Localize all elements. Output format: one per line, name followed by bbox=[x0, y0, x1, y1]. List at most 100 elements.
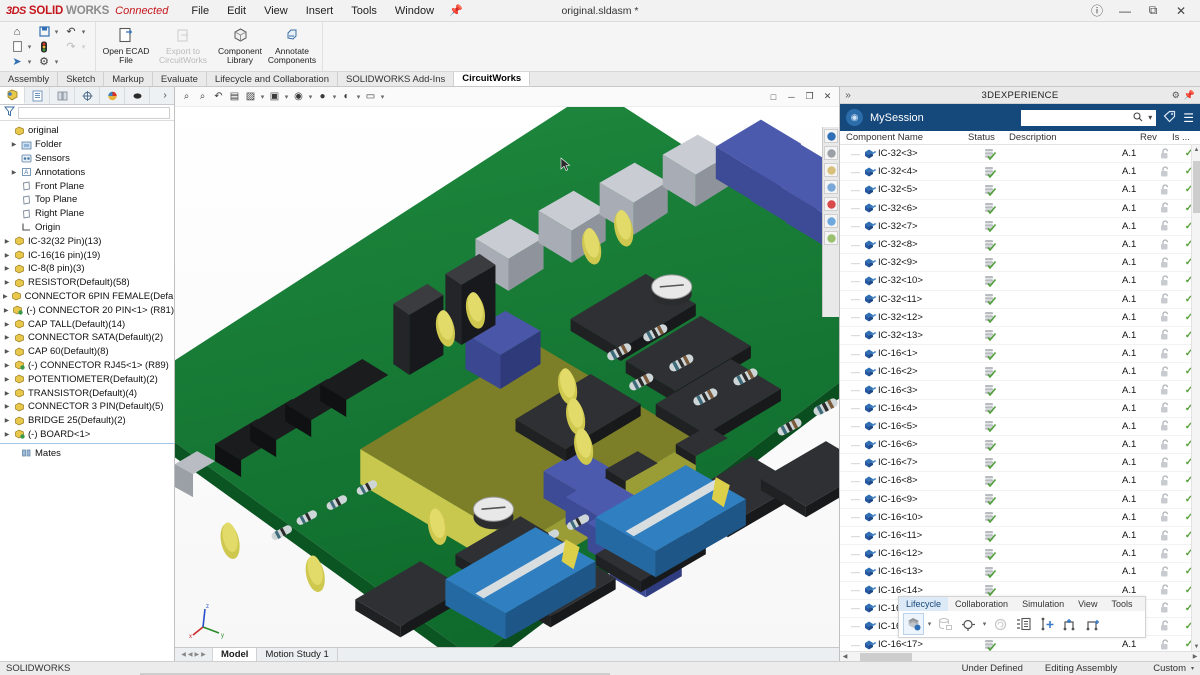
component-row[interactable]: — IC-32<7> A.1 ✓ bbox=[840, 218, 1200, 236]
component-row[interactable]: — IC-32<13> A.1 ✓ bbox=[840, 327, 1200, 346]
menu-file[interactable]: File bbox=[182, 3, 218, 19]
viewport-layout-icon[interactable]: ▭ bbox=[363, 89, 378, 105]
expand-arrow-icon[interactable]: ▶ bbox=[3, 348, 11, 355]
menu-edit[interactable]: Edit bbox=[218, 3, 255, 19]
apply-scene-dropdown-icon[interactable]: ▾ bbox=[331, 93, 338, 101]
doc-tab-model[interactable]: Model bbox=[213, 648, 258, 661]
tab-circuitworks[interactable]: CircuitWorks bbox=[454, 72, 531, 86]
maturity-state-icon[interactable] bbox=[958, 613, 979, 635]
tree-node[interactable]: ▶ TRANSISTOR(Default)(4) bbox=[0, 386, 174, 400]
open-ecad-file-button[interactable]: Open ECAD File bbox=[100, 24, 152, 70]
chevron-down-icon[interactable]: ▾ bbox=[1148, 113, 1152, 122]
component-row[interactable]: — IC-16<10> A.1 ✓ bbox=[840, 509, 1200, 527]
unlocked-icon[interactable] bbox=[1152, 548, 1178, 560]
unlocked-icon[interactable] bbox=[1152, 384, 1178, 396]
search-input[interactable]: ▾ bbox=[1021, 109, 1157, 126]
menu-view[interactable]: View bbox=[255, 3, 297, 19]
tree-node[interactable]: Sensors bbox=[0, 152, 174, 166]
section-view-icon[interactable]: ▤ bbox=[227, 89, 242, 105]
lifecycle-tab-simulation[interactable]: Simulation bbox=[1015, 597, 1071, 611]
chevron-down-icon[interactable]: ▾ bbox=[1191, 665, 1194, 672]
expand-arrow-icon[interactable]: ▶ bbox=[10, 169, 18, 176]
tree-node[interactable]: Top Plane bbox=[0, 193, 174, 207]
unlocked-icon[interactable] bbox=[1152, 257, 1178, 269]
scroll-up-arrow-icon[interactable]: ▲ bbox=[1192, 145, 1200, 154]
property-manager-tab[interactable] bbox=[25, 87, 50, 104]
design-library-icon[interactable] bbox=[824, 146, 838, 160]
expand-structure-icon[interactable] bbox=[1059, 613, 1080, 635]
expand-arrow-icon[interactable]: ▶ bbox=[3, 238, 11, 245]
bill-of-material-icon[interactable] bbox=[1013, 613, 1034, 635]
export-to-circuitworks-button[interactable]: Export to CircuitWorks bbox=[152, 24, 214, 70]
collapse-structure-icon[interactable] bbox=[1082, 613, 1103, 635]
unlocked-icon[interactable] bbox=[1152, 166, 1178, 178]
display-manager-tab[interactable] bbox=[100, 87, 125, 104]
pin-icon[interactable]: 📌 bbox=[449, 4, 463, 17]
viewport-layout-dropdown-icon[interactable]: ▾ bbox=[379, 93, 386, 101]
display-style-icon[interactable]: ▣ bbox=[267, 89, 282, 105]
options-gear-icon[interactable]: ⚙ bbox=[35, 55, 53, 69]
view-orientation-icon[interactable]: ▨ bbox=[243, 89, 258, 105]
unlocked-icon[interactable] bbox=[1152, 602, 1178, 614]
column-rev[interactable]: Rev bbox=[1140, 132, 1172, 143]
component-library-button[interactable]: Component Library bbox=[214, 24, 266, 70]
undo-icon[interactable]: ↶ bbox=[62, 25, 80, 39]
expand-arrow-icon[interactable]: ▶ bbox=[3, 431, 11, 438]
unlocked-icon[interactable] bbox=[1152, 457, 1178, 469]
unlocked-icon[interactable] bbox=[1152, 584, 1178, 596]
component-row[interactable]: — IC-32<9> A.1 ✓ bbox=[840, 254, 1200, 273]
feature-filter-input[interactable] bbox=[18, 106, 170, 119]
save-icon[interactable] bbox=[35, 25, 53, 39]
component-list-horizontal-scrollbar[interactable]: ◀ ▶ bbox=[840, 651, 1200, 661]
component-row[interactable]: — IC-32<11> A.1 ✓ bbox=[840, 291, 1200, 309]
revision-icon[interactable] bbox=[990, 613, 1011, 635]
help-icon[interactable]: ⓘ bbox=[1084, 1, 1110, 21]
3dexperience-resources-icon[interactable] bbox=[824, 129, 838, 143]
component-row[interactable]: — IC-32<12> A.1 ✓ bbox=[840, 309, 1200, 327]
component-row[interactable]: — IC-32<3> A.1 ✓ bbox=[840, 145, 1200, 164]
expand-arrow-icon[interactable]: ▶ bbox=[3, 279, 11, 286]
column-status[interactable]: Status bbox=[968, 132, 1009, 143]
tree-node[interactable]: ▶ A Annotations bbox=[0, 165, 174, 179]
viewport-maximize-icon[interactable]: ❐ bbox=[802, 90, 817, 104]
expand-arrow-icon[interactable]: ▶ bbox=[3, 307, 9, 314]
apply-scene-icon[interactable]: ● bbox=[315, 89, 330, 105]
column-is[interactable]: Is ... bbox=[1172, 132, 1200, 143]
tab-nav-icons[interactable]: ◀ ◀ ▶ ▶ bbox=[175, 648, 213, 661]
tree-node[interactable]: ▶ IC-8(8 pin)(3) bbox=[0, 262, 174, 276]
expand-arrow-icon[interactable]: ▶ bbox=[3, 252, 11, 259]
unlocked-icon[interactable] bbox=[1152, 329, 1178, 341]
appearances-scenes-icon[interactable] bbox=[824, 197, 838, 211]
gear-icon[interactable]: ⚙ bbox=[1172, 90, 1180, 101]
component-row[interactable]: — IC-16<12> A.1 ✓ bbox=[840, 545, 1200, 564]
tree-node[interactable]: ▶ RESISTOR(Default)(58) bbox=[0, 276, 174, 290]
component-row[interactable]: — IC-32<4> A.1 ✓ bbox=[840, 163, 1200, 182]
column-description[interactable]: Description bbox=[1009, 132, 1140, 143]
view-orientation-dropdown-icon[interactable]: ▾ bbox=[259, 93, 266, 101]
component-row[interactable]: — IC-32<8> A.1 ✓ bbox=[840, 236, 1200, 255]
redo-dropdown-icon[interactable]: ▾ bbox=[80, 43, 87, 51]
hamburger-menu-icon[interactable]: ☰ bbox=[1183, 111, 1194, 125]
expand-arrow-icon[interactable]: ▶ bbox=[3, 362, 11, 369]
unlocked-icon[interactable] bbox=[1152, 620, 1178, 632]
annotate-components-button[interactable]: Annotate Components bbox=[266, 24, 318, 70]
custom-properties-icon[interactable] bbox=[824, 214, 838, 228]
tab-solidworks-add-ins[interactable]: SOLIDWORKS Add-Ins bbox=[337, 72, 455, 86]
pin-icon[interactable]: 📌 bbox=[1184, 90, 1195, 101]
unlocked-icon[interactable] bbox=[1152, 202, 1178, 214]
unlocked-icon[interactable] bbox=[1152, 238, 1178, 251]
unlocked-icon[interactable] bbox=[1152, 475, 1178, 487]
expand-arrow-icon[interactable]: ▶ bbox=[3, 390, 11, 397]
component-row[interactable]: — IC-16<17> A.1 ✓ bbox=[840, 636, 1200, 651]
component-row[interactable]: — IC-16<9> A.1 ✓ bbox=[840, 491, 1200, 509]
view-settings-dropdown-icon[interactable]: ▾ bbox=[355, 93, 362, 101]
unlocked-icon[interactable] bbox=[1152, 493, 1178, 505]
expand-arrow-icon[interactable]: ▶ bbox=[3, 265, 11, 272]
tab-assembly[interactable]: Assembly bbox=[0, 72, 59, 86]
viewport-minimize-icon[interactable]: ─ bbox=[784, 90, 799, 104]
lifecycle-tab-tools[interactable]: Tools bbox=[1104, 597, 1139, 611]
tree-node[interactable]: Right Plane bbox=[0, 207, 174, 221]
component-list[interactable]: — IC-32<3> A.1 ✓ — IC-32<4> A.1 ✓ — IC-32<5> A.1 ✓ —… bbox=[840, 145, 1200, 651]
tree-node[interactable]: ▶ CAP TALL(Default)(14) bbox=[0, 317, 174, 331]
menu-tools[interactable]: Tools bbox=[342, 3, 386, 19]
